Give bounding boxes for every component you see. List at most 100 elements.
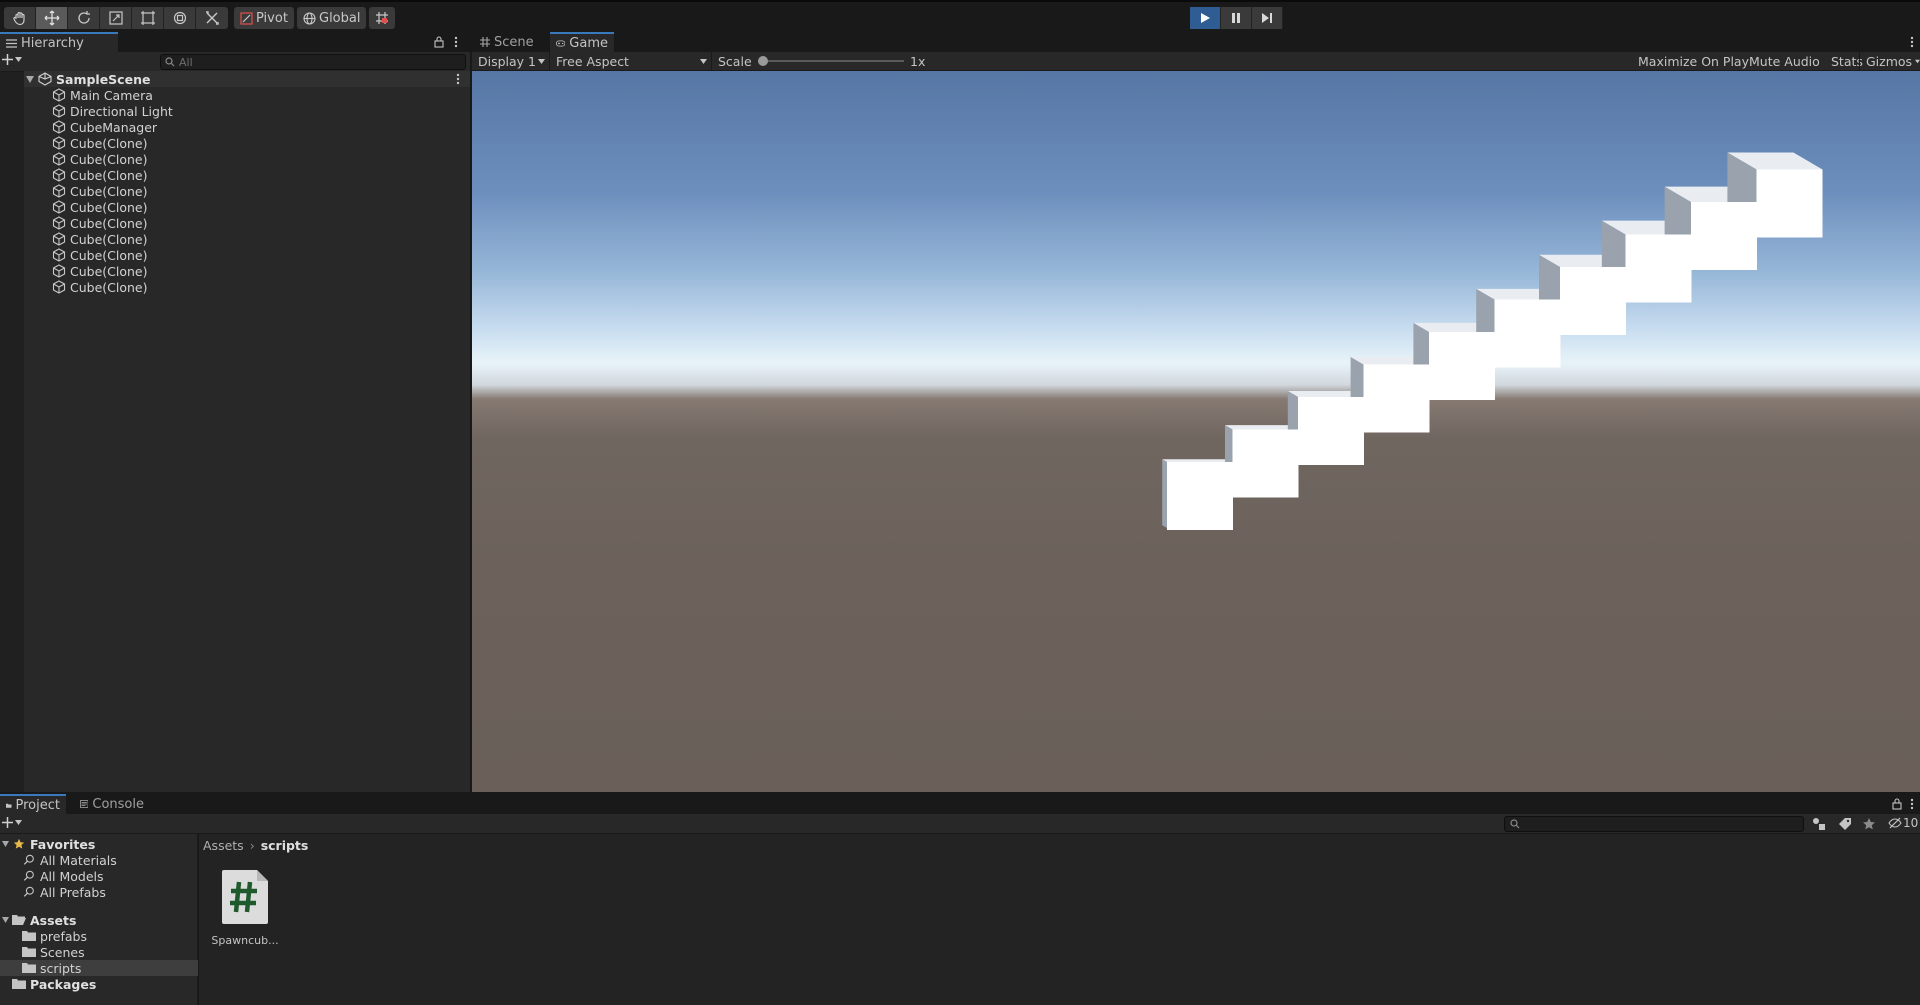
pivot-icon — [240, 11, 253, 25]
gamepad-icon — [556, 39, 566, 47]
project-search-input[interactable] — [1504, 816, 1804, 832]
scale-tool-button[interactable] — [100, 7, 132, 29]
filter-by-type-icon[interactable] — [1812, 817, 1826, 831]
hierarchy-gutter — [0, 72, 24, 792]
project-tabbar: Project Console — [0, 794, 1920, 814]
project-toolbar: 10 — [0, 814, 1920, 834]
scene-row[interactable]: SampleScene — [24, 71, 470, 87]
hierarchy-item[interactable]: Cube(Clone) — [24, 151, 470, 167]
hierarchy-item[interactable]: Cube(Clone) — [24, 135, 470, 151]
favorite-item[interactable]: All Models — [0, 868, 198, 884]
hierarchy-item[interactable]: Cube(Clone) — [24, 247, 470, 263]
hand-tool-button[interactable] — [4, 7, 36, 29]
game-viewport[interactable] — [472, 71, 1920, 792]
global-toggle[interactable]: Global — [297, 7, 367, 29]
rect-tool-button[interactable] — [132, 7, 164, 29]
gameobject-cube-icon — [52, 168, 66, 182]
gameobject-cube-icon — [52, 184, 66, 198]
cube-front-face — [1625, 234, 1692, 303]
kebab-menu-icon[interactable] — [454, 36, 458, 48]
eye-slash-icon — [1888, 817, 1902, 829]
lock-icon[interactable] — [1892, 798, 1902, 810]
display-dropdown[interactable]: Display 1 — [474, 52, 550, 70]
favorite-item[interactable]: All Prefabs — [0, 884, 198, 900]
folder-icon — [6, 803, 12, 808]
hierarchy-item[interactable]: Cube(Clone) — [24, 263, 470, 279]
lock-icon[interactable] — [434, 36, 444, 48]
hand-icon — [12, 11, 25, 26]
hierarchy-item[interactable]: Directional Light — [24, 103, 470, 119]
transform-tools — [4, 7, 228, 29]
favorite-item-label: All Materials — [40, 852, 117, 868]
project-create-button[interactable] — [2, 817, 22, 828]
label-tag-icon[interactable] — [1838, 817, 1852, 831]
gizmos-dropdown[interactable]: Gizmos — [1859, 52, 1920, 70]
expand-arrow-icon — [2, 917, 9, 923]
cube-side-face — [1162, 459, 1167, 528]
favorites-header-label: Favorites — [30, 836, 96, 852]
hierarchy-item[interactable]: Cube(Clone) — [24, 183, 470, 199]
scale-slider[interactable] — [758, 52, 904, 70]
folder-icon — [22, 931, 36, 941]
display-value: Display 1 — [478, 53, 537, 69]
scale-label: Scale — [718, 54, 752, 69]
hierarchy-item[interactable]: CubeManager — [24, 119, 470, 135]
search-icon — [23, 854, 34, 865]
favorites-header[interactable]: Favorites — [0, 836, 198, 852]
aspect-dropdown[interactable]: Free Aspect — [552, 52, 712, 70]
packages-folder[interactable]: Packages — [0, 976, 198, 992]
folder-item[interactable]: Scenes — [0, 944, 198, 960]
hierarchy-item-label: CubeManager — [70, 119, 158, 135]
gameobject-cube-icon — [52, 152, 66, 166]
hierarchy-item[interactable]: Main Camera — [24, 87, 470, 103]
asset-file-spawncube[interactable]: Spawncub... — [209, 868, 281, 952]
step-button[interactable] — [1252, 7, 1283, 29]
hierarchy-item[interactable]: Cube(Clone) — [24, 231, 470, 247]
breadcrumb-item-scripts[interactable]: scripts — [261, 838, 309, 853]
custom-tool-button[interactable] — [196, 7, 228, 29]
assets-folder[interactable]: Assets — [0, 912, 198, 928]
mute-audio-toggle[interactable]: Mute Audio — [1749, 54, 1820, 69]
game-kebab-icon[interactable] — [1910, 36, 1914, 48]
hidden-packages-toggle[interactable]: 10 — [1888, 816, 1918, 830]
hierarchy-item[interactable]: Cube(Clone) — [24, 167, 470, 183]
grid-snap-button[interactable] — [369, 7, 395, 29]
gameobject-cube-icon — [52, 264, 66, 278]
maximize-on-play-toggle[interactable]: Maximize On Play — [1638, 54, 1749, 69]
scale-slider-thumb[interactable] — [758, 56, 768, 66]
aspect-value: Free Aspect — [556, 53, 629, 69]
star-icon[interactable] — [1862, 817, 1876, 831]
hierarchy-item-label: Cube(Clone) — [70, 215, 148, 231]
move-tool-button[interactable] — [36, 7, 68, 29]
tab-hierarchy[interactable]: Hierarchy — [0, 32, 118, 52]
rect-icon — [140, 11, 155, 25]
hierarchy-item[interactable]: Cube(Clone) — [24, 215, 470, 231]
folder-item-label: Scenes — [40, 944, 85, 960]
hierarchy-item-label: Cube(Clone) — [70, 263, 148, 279]
grid-icon — [480, 37, 490, 47]
favorite-item[interactable]: All Materials — [0, 852, 198, 868]
pause-button[interactable] — [1221, 7, 1252, 29]
hierarchy-item[interactable]: Cube(Clone) — [24, 279, 470, 295]
hierarchy-item[interactable]: Cube(Clone) — [24, 199, 470, 215]
chevron-down-icon — [15, 820, 22, 825]
create-button[interactable] — [2, 54, 22, 65]
project-tab-label: Project — [15, 797, 60, 813]
transform-tool-button[interactable] — [164, 7, 196, 29]
folder-item[interactable]: prefabs — [0, 928, 198, 944]
tab-scene[interactable]: Scene — [474, 32, 548, 52]
globe-icon — [303, 11, 316, 25]
tab-project[interactable]: Project — [0, 794, 66, 814]
folder-item[interactable]: scripts — [0, 960, 198, 976]
hierarchy-search-input[interactable]: All — [160, 54, 466, 70]
tab-game[interactable]: Game — [550, 32, 614, 52]
tab-console[interactable]: Console — [74, 794, 150, 814]
hierarchy-toolbar: All — [0, 52, 470, 72]
breadcrumb-item-assets[interactable]: Assets — [203, 838, 244, 853]
pivot-toggle[interactable]: Pivot — [234, 7, 294, 29]
csharp-script-icon — [222, 870, 268, 924]
scene-kebab-icon[interactable] — [456, 73, 460, 85]
play-button[interactable] — [1190, 7, 1221, 29]
kebab-menu-icon[interactable] — [1910, 798, 1914, 810]
rotate-tool-button[interactable] — [68, 7, 100, 29]
